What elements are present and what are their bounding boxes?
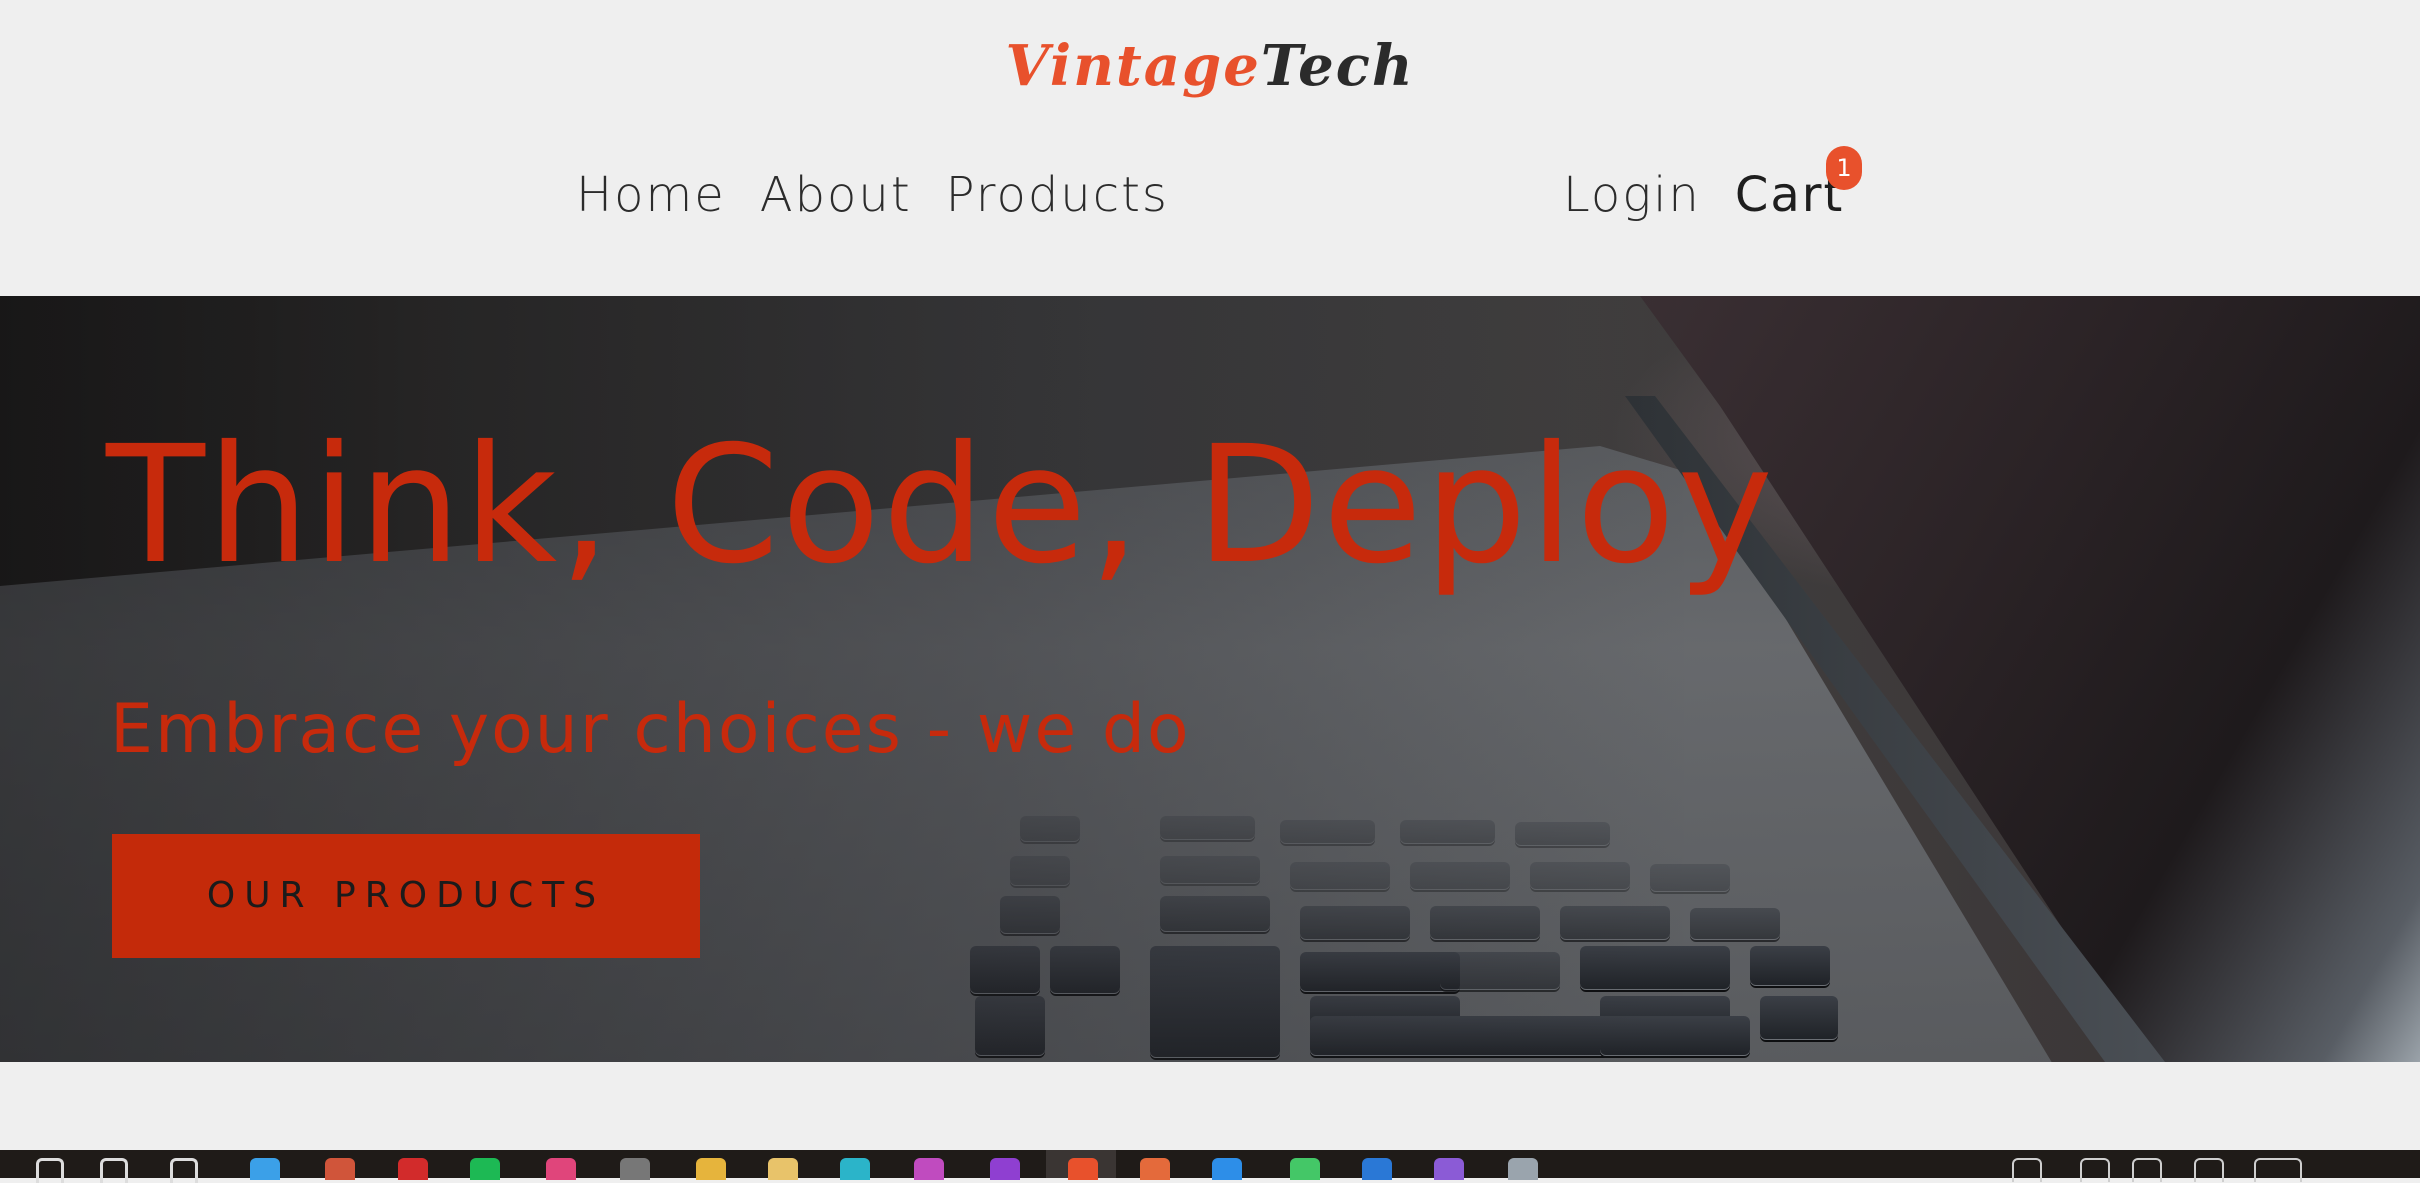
start-icon[interactable] xyxy=(36,1158,64,1183)
hero-subtitle: Embrace your choices - we do xyxy=(110,690,1191,769)
app-red-icon[interactable] xyxy=(398,1158,428,1180)
nav-about-link[interactable]: About xyxy=(760,160,912,230)
app-gray-icon[interactable] xyxy=(620,1158,650,1180)
network-icon[interactable] xyxy=(2080,1158,2110,1182)
our-products-button[interactable]: OUR PRODUCTS xyxy=(112,834,700,958)
cart-count-badge: 1 xyxy=(1826,146,1862,190)
search-icon[interactable] xyxy=(100,1158,128,1183)
brand-logo-vintage: Vintage xyxy=(1005,33,1261,99)
chrome-icon[interactable] xyxy=(325,1158,355,1180)
whatsapp-icon[interactable] xyxy=(1290,1158,1320,1180)
brand-logo-tech: Tech xyxy=(1260,33,1415,99)
account-nav: Login Cart xyxy=(1563,160,1844,230)
pencil-icon[interactable] xyxy=(768,1158,798,1180)
app-purple-icon[interactable] xyxy=(914,1158,944,1180)
spotify-icon[interactable] xyxy=(470,1158,500,1180)
folder-icon[interactable] xyxy=(696,1158,726,1180)
app-pink-icon[interactable] xyxy=(546,1158,576,1180)
keyboard-icon[interactable] xyxy=(2254,1158,2302,1182)
login-link[interactable]: Login xyxy=(1563,160,1701,230)
nav-home-link[interactable]: Home xyxy=(576,160,726,230)
app-orange-icon[interactable] xyxy=(1140,1158,1170,1180)
edge-icon[interactable] xyxy=(840,1158,870,1180)
podcast-icon[interactable] xyxy=(990,1158,1020,1180)
chevron-up-icon[interactable] xyxy=(2012,1158,2042,1182)
task-view-icon[interactable] xyxy=(170,1158,198,1183)
battery-icon[interactable] xyxy=(2194,1158,2224,1182)
app-gray2-icon[interactable] xyxy=(1508,1158,1538,1180)
hero-title: Think, Code, Deploy xyxy=(106,412,1776,600)
hero-banner: Think, Code, Deploy Embrace your choices… xyxy=(0,296,2420,1062)
nav-products-link[interactable]: Products xyxy=(946,160,1169,230)
os-taskbar xyxy=(0,1150,2420,1183)
chrome-active-icon[interactable] xyxy=(1068,1158,1098,1180)
store-icon[interactable] xyxy=(250,1158,280,1180)
brand-logo[interactable]: VintageTech xyxy=(0,26,2420,106)
vscode-icon[interactable] xyxy=(1212,1158,1242,1180)
main-nav: Home About Products xyxy=(576,160,1169,230)
app-violet-icon[interactable] xyxy=(1434,1158,1464,1180)
app-blue-icon[interactable] xyxy=(1362,1158,1392,1180)
volume-icon[interactable] xyxy=(2132,1158,2162,1182)
